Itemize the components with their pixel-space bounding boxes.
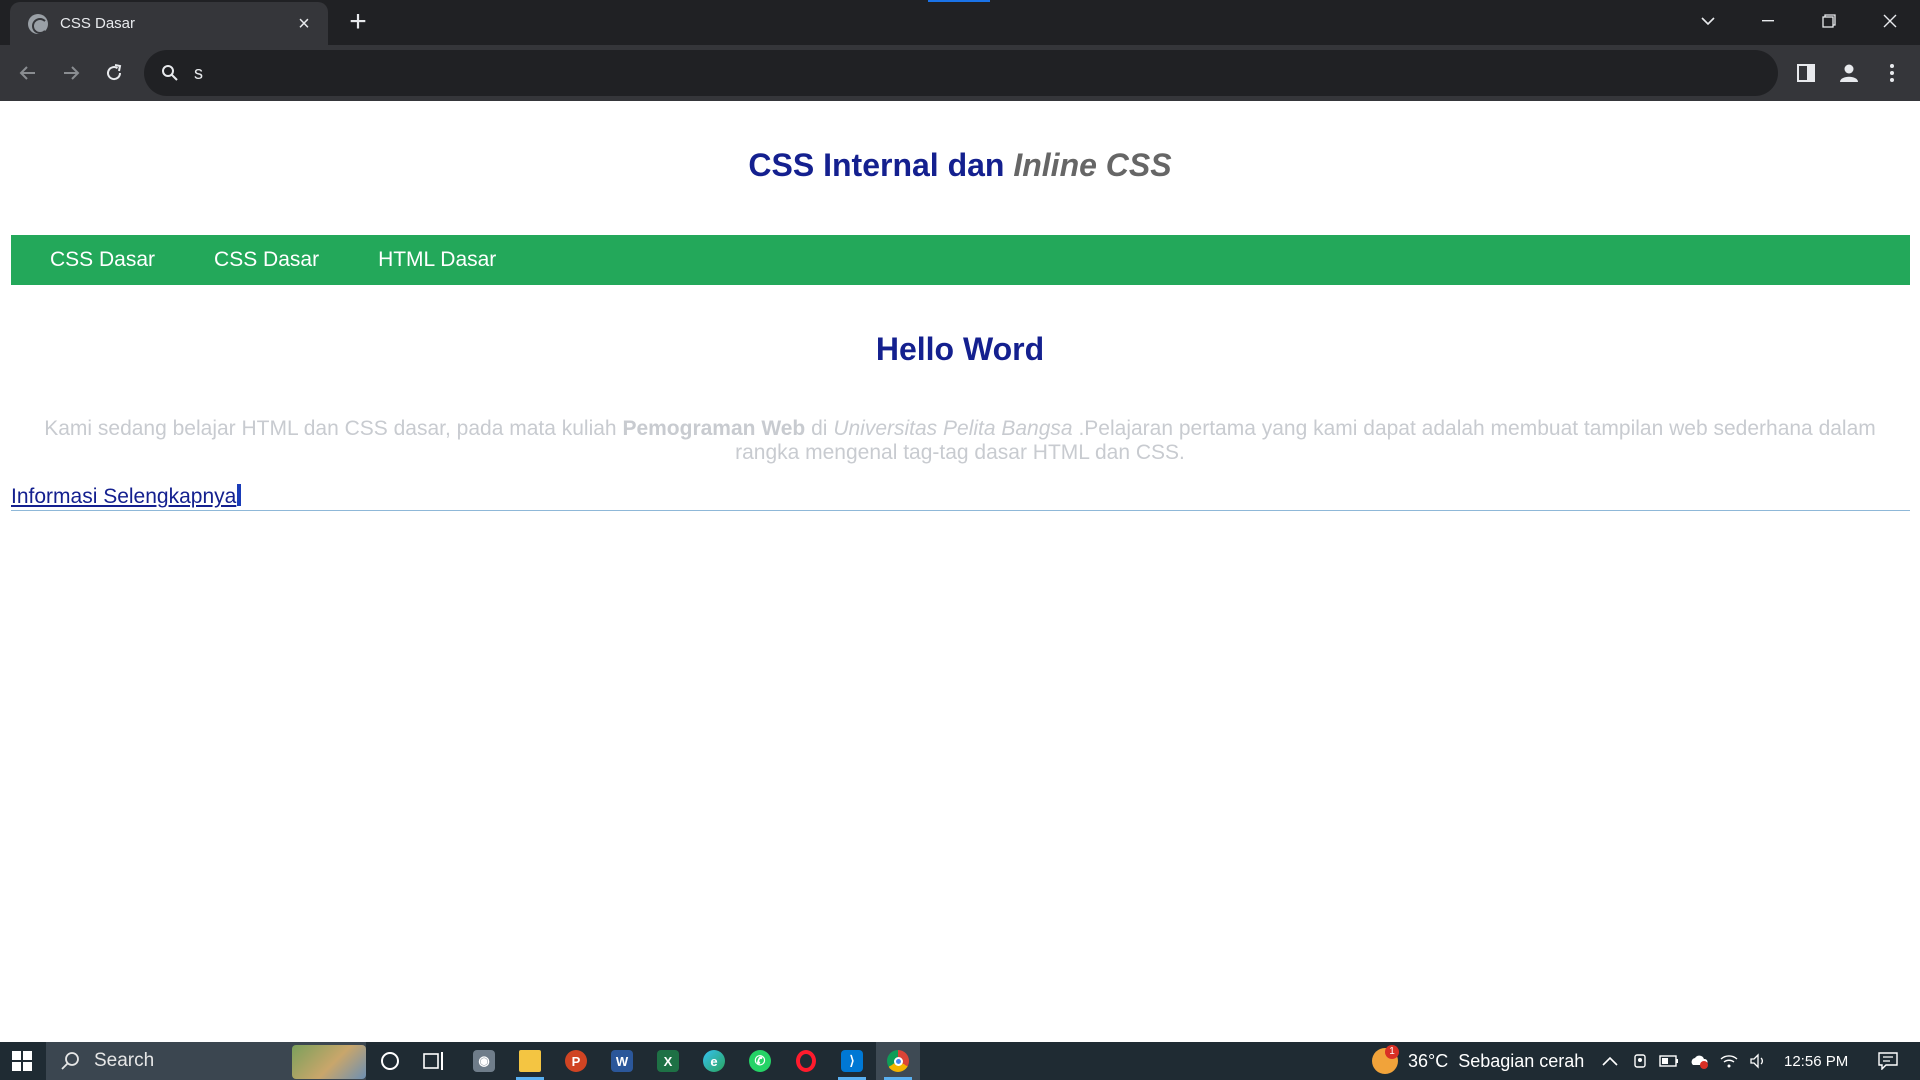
browser-menu-button[interactable] (1876, 57, 1908, 89)
weather-temp: 36°C (1408, 1050, 1449, 1071)
browser-tab[interactable]: CSS Dasar × (10, 2, 328, 45)
new-tab-button[interactable]: + (344, 7, 372, 37)
text-caret (237, 484, 242, 506)
notification-button[interactable] (1866, 1042, 1910, 1080)
volume-icon[interactable] (1748, 1051, 1768, 1071)
close-icon (1883, 14, 1897, 28)
vscode-icon: ⟩ (841, 1050, 863, 1072)
notification-icon (1878, 1052, 1898, 1070)
tab-title: CSS Dasar (60, 15, 136, 32)
arrow-left-icon (19, 66, 35, 80)
windows-taskbar: Search ◉ P W X e ✆ ⟩ 1 36°C Sebagian cer… (0, 1042, 1920, 1080)
page-title: CSS Internal dan Inline CSS (0, 147, 1920, 184)
intro-paragraph: Kami sedang belajar HTML dan CSS dasar, … (20, 417, 1900, 465)
close-window-button[interactable] (1866, 6, 1914, 36)
vscode-app[interactable]: ⟩ (830, 1042, 874, 1080)
task-view-button[interactable] (412, 1042, 456, 1080)
more-vertical-icon (1890, 64, 1894, 82)
paragraph-bold: Pemograman Web (622, 417, 806, 440)
search-highlight-image (292, 1045, 366, 1079)
nav-link-css-dasar-2[interactable]: CSS Dasar (214, 248, 319, 272)
back-button[interactable] (12, 57, 44, 89)
chevron-up-icon[interactable] (1600, 1051, 1620, 1071)
weather-badge: 1 (1385, 1045, 1399, 1059)
forward-button[interactable] (55, 57, 87, 89)
cortana-button[interactable] (368, 1042, 412, 1080)
powerpoint-icon: P (565, 1050, 587, 1072)
paragraph-italic: Universitas Pelita Bangsa (833, 417, 1073, 440)
profile-icon (1840, 64, 1858, 82)
opera-app[interactable] (784, 1042, 828, 1080)
clock-time: 12:56 PM (1784, 1052, 1849, 1070)
paragraph-text: di (811, 417, 828, 440)
windows-icon (12, 1051, 32, 1071)
restore-button[interactable] (1805, 6, 1853, 36)
clock[interactable]: 12:56 PM (1784, 1042, 1848, 1080)
address-text[interactable]: s (194, 63, 203, 84)
word-app[interactable]: W (600, 1042, 644, 1080)
opera-icon (796, 1050, 816, 1072)
close-tab-icon[interactable]: × (292, 12, 316, 36)
nav-link-html-dasar[interactable]: HTML Dasar (378, 248, 496, 272)
minimize-icon (1762, 20, 1774, 22)
battery-icon[interactable] (1659, 1051, 1679, 1071)
wifi-icon[interactable] (1719, 1051, 1739, 1071)
tab-drag-indicator (928, 0, 990, 2)
profile-button[interactable] (1833, 57, 1865, 89)
restore-icon (1822, 14, 1836, 28)
tab-search-button[interactable] (1684, 6, 1732, 36)
page-title-inline: Inline CSS (1013, 147, 1172, 183)
more-info-link[interactable]: Informasi Selengkapnya (11, 484, 242, 509)
onedrive-icon[interactable] (1689, 1051, 1709, 1071)
side-panel-button[interactable] (1790, 57, 1822, 89)
excel-app[interactable]: X (646, 1042, 690, 1080)
web-page: CSS Internal dan Inline CSS CSS Dasar CS… (0, 101, 1920, 1042)
browser-toolbar: s (0, 45, 1920, 101)
address-bar[interactable]: s (144, 50, 1778, 96)
reload-button[interactable] (98, 57, 130, 89)
edge-app[interactable]: e (692, 1042, 736, 1080)
search-icon (61, 1052, 79, 1070)
globe-icon (28, 13, 48, 34)
task-view-icon (423, 1052, 443, 1070)
folder-icon (519, 1050, 541, 1072)
chrome-icon (887, 1050, 909, 1072)
whatsapp-app[interactable]: ✆ (738, 1042, 782, 1080)
hello-heading: Hello Word (875, 331, 1045, 367)
browser-tab-strip: CSS Dasar × + (0, 0, 1920, 45)
search-placeholder: Search (94, 1050, 155, 1071)
side-panel-icon (1797, 64, 1815, 82)
file-explorer-app[interactable] (508, 1042, 552, 1080)
minimize-button[interactable] (1744, 6, 1792, 36)
paragraph-text: Kami sedang belajar HTML dan CSS dasar, … (44, 417, 617, 440)
powerpoint-app[interactable]: P (554, 1042, 598, 1080)
nav-link-css-dasar-1[interactable]: CSS Dasar (50, 248, 155, 272)
whatsapp-icon: ✆ (749, 1050, 771, 1072)
cortana-icon (381, 1052, 399, 1070)
excel-icon: X (657, 1050, 679, 1072)
word-icon: W (611, 1050, 633, 1072)
camera-icon: ◉ (473, 1050, 495, 1072)
page-title-main: CSS Internal dan (748, 147, 1005, 183)
arrow-right-icon (64, 66, 80, 80)
weather-desc: Sebagian cerah (1458, 1050, 1585, 1071)
horizontal-rule (11, 510, 1910, 511)
reload-icon (107, 64, 122, 81)
more-info-link-text[interactable]: Informasi Selengkapnya (11, 485, 236, 508)
chevron-down-icon (1701, 16, 1715, 25)
navigation-bar: CSS Dasar CSS Dasar HTML Dasar (11, 235, 1910, 285)
weather-widget[interactable]: 36°C Sebagian cerah (1408, 1042, 1584, 1080)
search-icon (158, 61, 182, 85)
edge-icon: e (703, 1050, 725, 1072)
meet-now-icon[interactable] (1630, 1051, 1650, 1071)
chrome-app[interactable] (876, 1042, 920, 1080)
camera-app[interactable]: ◉ (462, 1042, 506, 1080)
start-button[interactable] (0, 1042, 44, 1080)
